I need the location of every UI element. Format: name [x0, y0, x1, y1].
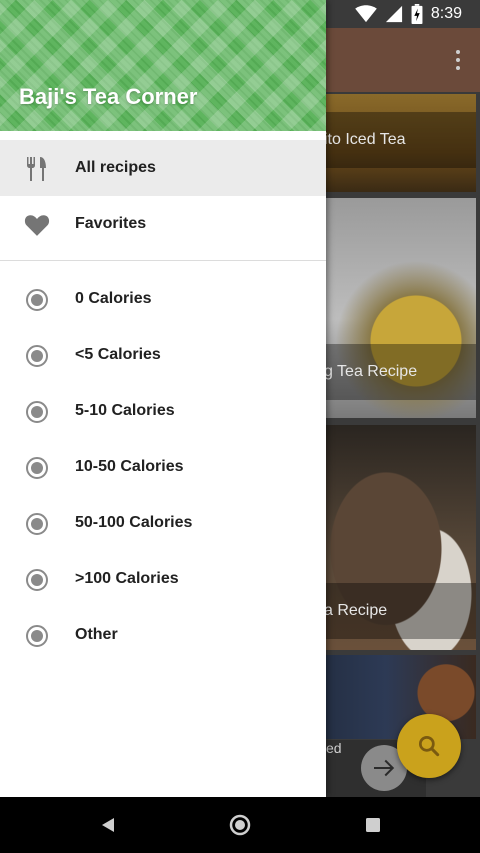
menu-item-label: <5 Calories	[75, 346, 161, 363]
battery-charging-icon	[411, 4, 423, 24]
menu-item-label: Other	[75, 626, 118, 643]
recipe-card-title: a Recipe	[326, 583, 476, 639]
recents-icon	[366, 818, 380, 832]
menu-item-label: 5-10 Calories	[75, 402, 175, 419]
status-time: 8:39	[430, 5, 462, 22]
menu-item-favorites[interactable]: Favorites	[0, 196, 326, 252]
menu-item-10-50-calories[interactable]: 10-50 Calories	[0, 439, 326, 495]
back-button[interactable]	[94, 811, 122, 839]
menu-item-50-100-calories[interactable]: 50-100 Calories	[0, 495, 326, 551]
radio-icon	[24, 567, 50, 593]
signal-icon	[385, 5, 402, 23]
drawer-title: Baji's Tea Corner	[19, 84, 198, 109]
arrow-right-icon	[374, 759, 395, 777]
recipe-card[interactable]: a Recipe	[326, 425, 476, 650]
overflow-menu-icon[interactable]	[456, 50, 460, 70]
wifi-icon	[355, 5, 377, 23]
heart-icon	[24, 212, 50, 238]
radio-icon	[24, 287, 50, 313]
recipe-card[interactable]: g Tea Recipe	[326, 198, 476, 418]
recipe-card[interactable]: ito Iced Tea	[326, 94, 476, 192]
system-nav-bar	[0, 797, 480, 853]
menu-item-other[interactable]: Other	[0, 607, 326, 663]
menu-item-0-calories[interactable]: 0 Calories	[0, 271, 326, 327]
menu-item-label: 50-100 Calories	[75, 514, 193, 531]
fork-knife-icon	[24, 156, 50, 182]
menu-item-label: 10-50 Calories	[75, 458, 184, 475]
menu-item-all-recipes[interactable]: All recipes	[0, 140, 326, 196]
menu-item-label: >100 Calories	[75, 570, 179, 587]
radio-icon	[24, 455, 50, 481]
recipe-card-title: ito Iced Tea	[326, 112, 476, 168]
menu-item-label: Favorites	[75, 215, 147, 232]
home-button[interactable]	[226, 811, 254, 839]
recents-button[interactable]	[359, 811, 387, 839]
radio-icon	[24, 399, 50, 425]
radio-icon	[24, 623, 50, 649]
menu-item-under-5-calories[interactable]: <5 Calories	[0, 327, 326, 383]
recipe-card-title: ed	[326, 740, 342, 756]
menu-item-over-100-calories[interactable]: >100 Calories	[0, 551, 326, 607]
radio-icon	[24, 343, 50, 369]
radio-icon	[24, 511, 50, 537]
navigation-drawer: Baji's Tea Corner All recipes Favorites …	[0, 0, 326, 797]
recipe-card-title: g Tea Recipe	[326, 344, 476, 400]
menu-item-5-10-calories[interactable]: 5-10 Calories	[0, 383, 326, 439]
menu-item-label: All recipes	[75, 159, 156, 176]
menu-item-label: 0 Calories	[75, 290, 152, 307]
drawer-header: Baji's Tea Corner	[0, 0, 326, 131]
home-icon	[229, 814, 251, 836]
back-icon	[102, 818, 114, 832]
menu-divider	[0, 260, 326, 261]
search-fab[interactable]	[397, 714, 461, 778]
search-icon	[418, 735, 440, 757]
